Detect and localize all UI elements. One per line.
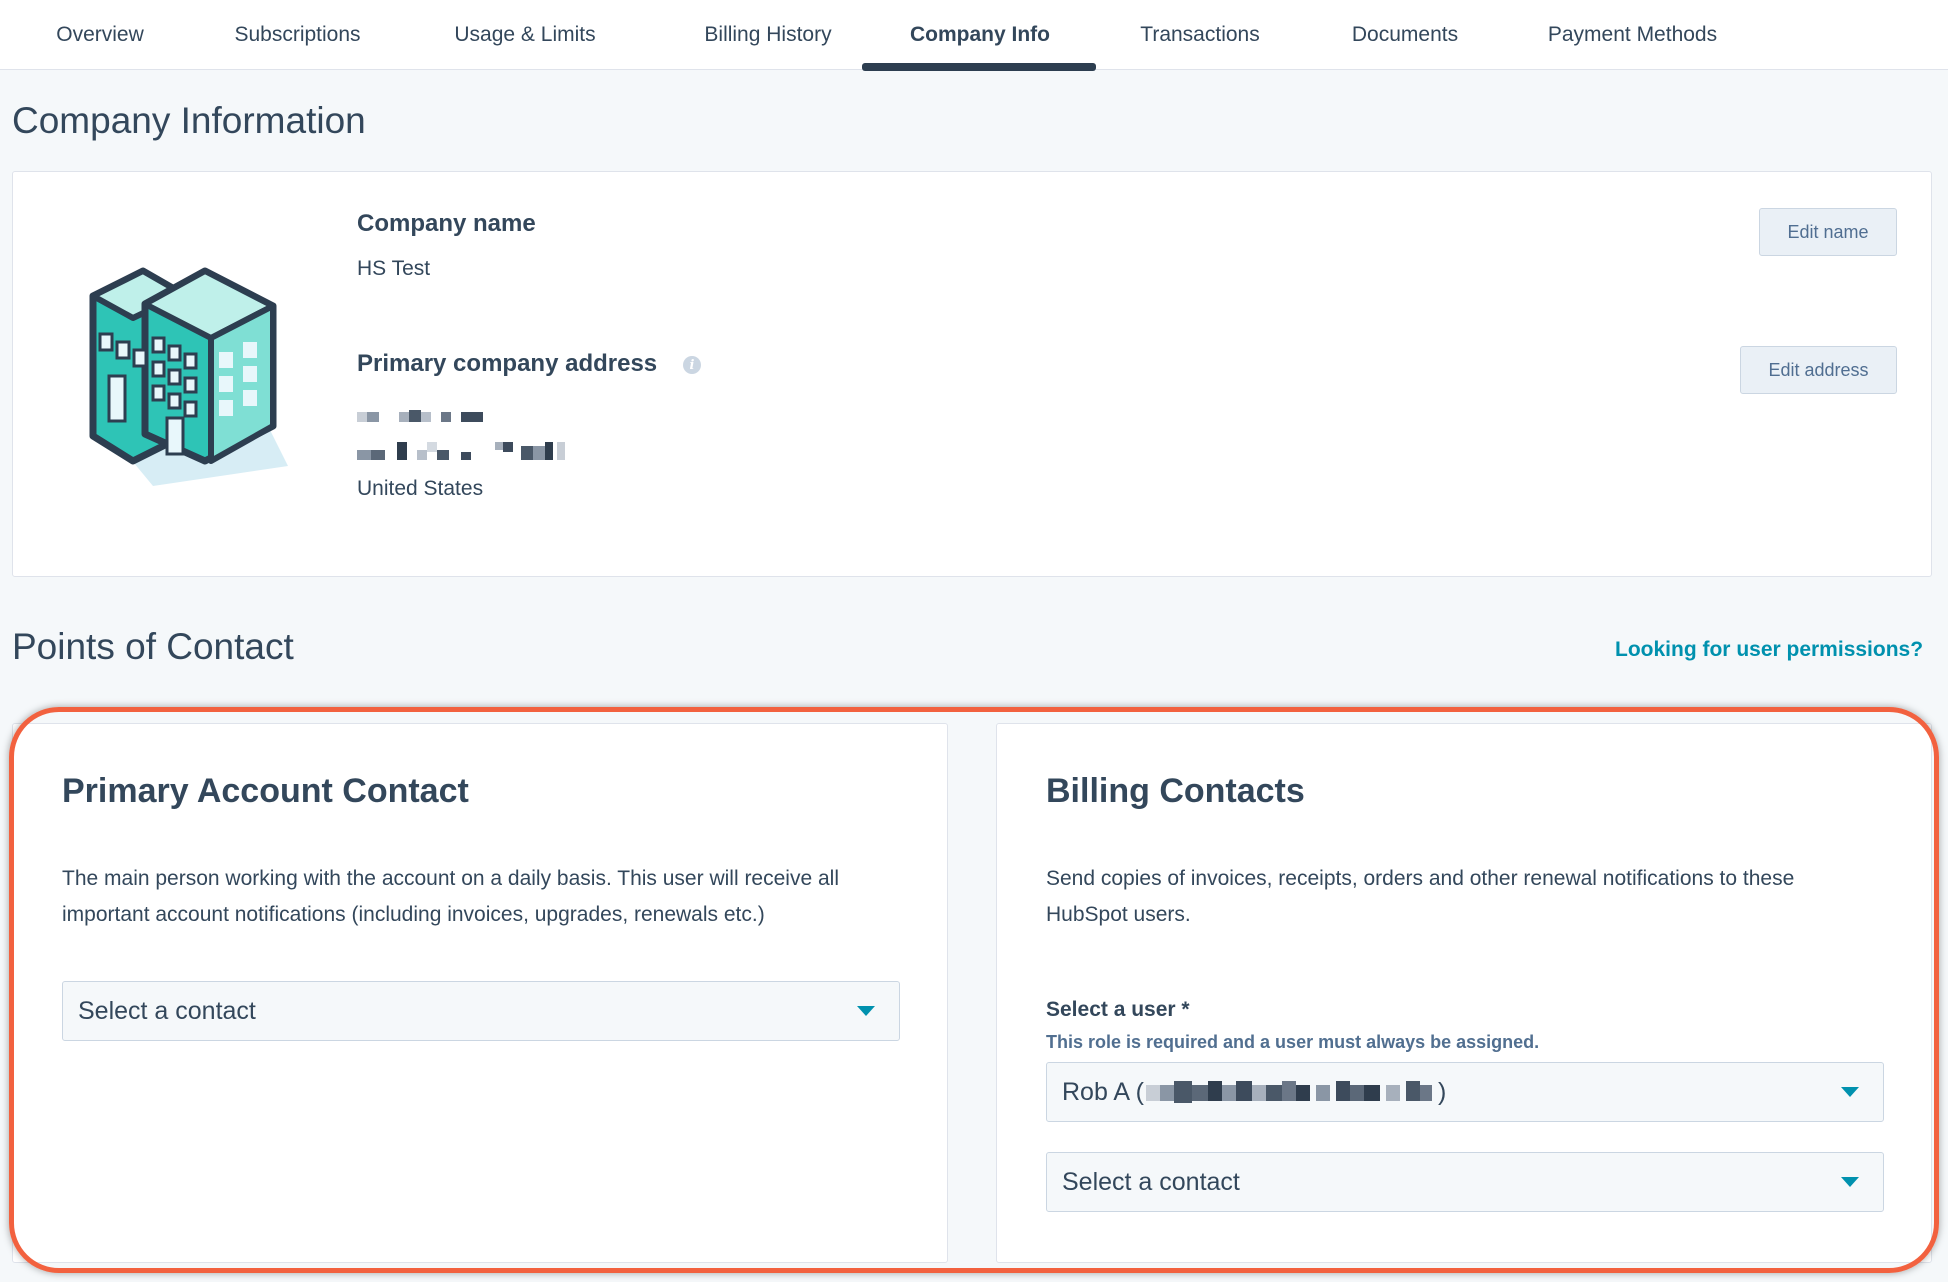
info-icon[interactable]: i [683,356,701,374]
billing-user-select-value: Rob A ( ) [1062,1063,1446,1121]
points-of-contact-heading: Points of Contact [12,626,294,667]
billing-contacts-title: Billing Contacts [1046,772,1305,810]
company-information-heading: Company Information [12,100,366,141]
tab-documents[interactable]: Documents [1330,0,1480,70]
billing-user-select[interactable]: Rob A ( ) [1046,1062,1884,1122]
redacted-address-line-2 [357,442,577,462]
edit-name-button[interactable]: Edit name [1759,208,1897,256]
primary-contact-select[interactable]: Select a contact [62,981,900,1041]
tab-usage-limits[interactable]: Usage & Limits [420,0,630,70]
billing-contacts-card: Billing Contacts Send copies of invoices… [996,723,1932,1263]
tab-subscriptions[interactable]: Subscriptions [210,0,385,70]
redacted-address-line-1 [357,410,487,424]
address-country: United States [357,477,484,500]
caret-down-icon [1841,1177,1859,1187]
company-info-card: Company name HS Test Primary company add… [12,171,1932,577]
select-user-label: Select a user * [1046,998,1190,1021]
tab-payment-methods[interactable]: Payment Methods [1520,0,1745,70]
billing-contacts-description: Send copies of invoices, receipts, order… [1046,867,1795,926]
edit-address-button[interactable]: Edit address [1740,346,1897,394]
selected-user-suffix: ) [1438,1077,1447,1106]
tab-company-info[interactable]: Company Info [880,0,1080,70]
active-tab-indicator [862,63,1096,71]
required-role-helper-text: This role is required and a user must al… [1046,1032,1540,1052]
tab-transactions[interactable]: Transactions [1120,0,1280,70]
company-name-value: HS Test [357,257,431,280]
billing-contact-select-value: Select a contact [1062,1167,1240,1196]
tab-billing-history[interactable]: Billing History [668,0,868,70]
redacted-user-email [1146,1079,1436,1105]
tab-bar: Overview Subscriptions Usage & Limits Bi… [0,0,1948,71]
primary-account-contact-card: Primary Account Contact The main person … [12,723,948,1263]
company-name-label: Company name [357,210,536,237]
selected-user-name: Rob A ( [1062,1077,1144,1106]
primary-account-contact-description: The main person working with the account… [62,867,839,926]
user-permissions-link[interactable]: Looking for user permissions? [1615,638,1923,662]
tab-overview[interactable]: Overview [20,0,180,70]
primary-account-contact-title: Primary Account Contact [62,772,469,810]
primary-contact-select-value: Select a contact [78,996,256,1025]
billing-contact-select[interactable]: Select a contact [1046,1152,1884,1212]
primary-address-label: Primary company address [357,350,658,377]
building-icon [89,267,288,486]
caret-down-icon [857,1006,875,1016]
caret-down-icon [1841,1087,1859,1097]
